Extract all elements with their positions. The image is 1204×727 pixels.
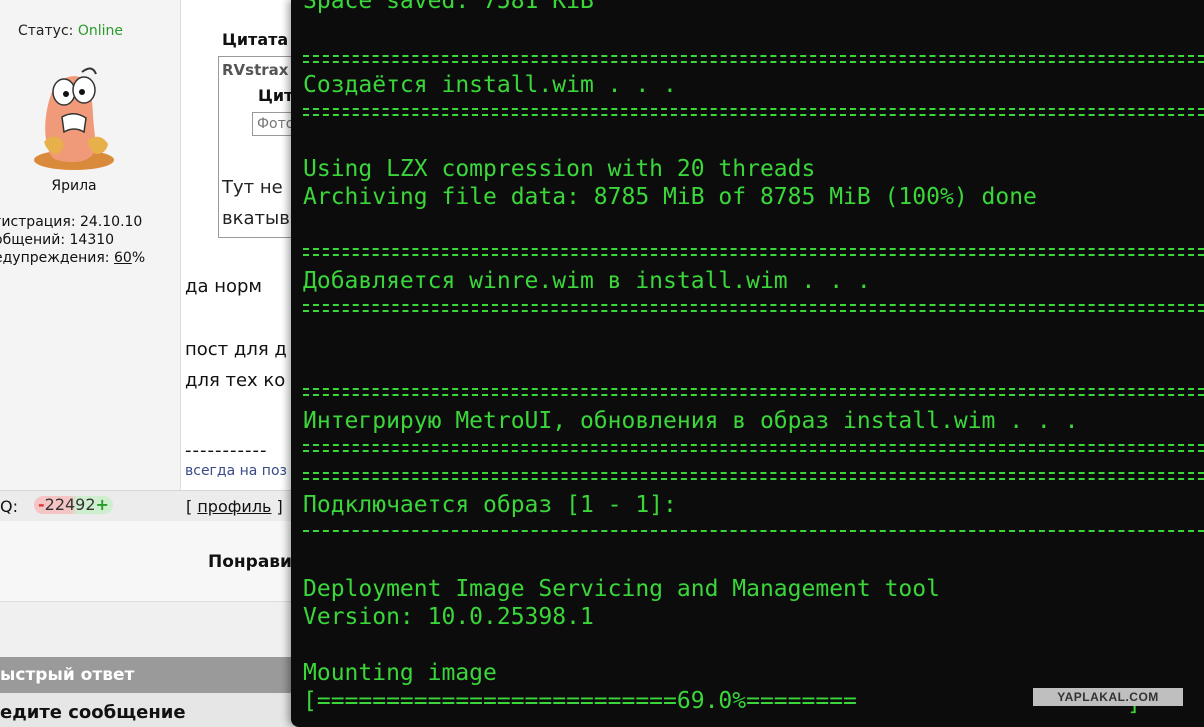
karma-value: 22492 xyxy=(44,495,96,514)
profile-bracket-close: ] xyxy=(271,497,283,516)
terminal-separator xyxy=(303,388,1204,396)
terminal-separator xyxy=(303,304,1204,312)
terminal-window[interactable]: Space saved: 7581 KiB Создаётся install.… xyxy=(291,0,1204,727)
signature-divider: ----------- xyxy=(185,440,268,461)
status-label: Статус: xyxy=(18,23,74,39)
quote-text-line-2: вкатыв xyxy=(222,208,290,229)
quote-author[interactable]: RVstrax xyxy=(222,61,288,79)
terminal-separator xyxy=(303,55,1204,63)
karma-label: Q: xyxy=(0,497,18,516)
warnings-value[interactable]: 60 xyxy=(114,250,132,266)
terminal-separator xyxy=(303,444,1204,452)
karma-badge: -22492+ xyxy=(34,496,113,514)
terminal-separator xyxy=(303,530,1204,532)
terminal-line: Интегрирую MetroUI, обновления в образ i… xyxy=(303,408,1079,434)
signature-text: всегда на поз xyxy=(185,463,287,479)
terminal-line: Deployment Image Servicing and Managemen… xyxy=(303,576,940,602)
user-avatar[interactable] xyxy=(22,62,126,172)
quote-text-line-1: Тут не xyxy=(222,177,283,198)
karma-minus-button[interactable]: - xyxy=(38,495,45,514)
quick-reply-title: ыстрый ответ xyxy=(0,665,135,685)
post-text-line-2: пост для д xyxy=(185,339,287,360)
username[interactable]: Ярила xyxy=(0,178,148,194)
terminal-line: Using LZX compression with 20 threads xyxy=(303,156,816,182)
terminal-line: Добавляется winre.wim в install.wim . . … xyxy=(303,268,871,294)
terminal-separator xyxy=(303,108,1204,116)
terminal-separator xyxy=(303,248,1204,256)
post-text-line-3: для тех ко xyxy=(185,370,286,391)
profile-bracket-open: [ xyxy=(186,497,198,516)
user-status: Статус: Online xyxy=(18,23,123,39)
status-online: Online xyxy=(77,23,123,39)
message-count: общений: 14310 xyxy=(0,232,115,248)
terminal-line: Создаётся install.wim . . . xyxy=(303,72,677,98)
warnings-prefix: едупреждения: xyxy=(0,250,114,266)
terminal-separator xyxy=(303,472,1204,480)
terminal-line: Space saved: 7581 KiB xyxy=(303,0,594,14)
like-prompt: Понрави xyxy=(208,552,292,572)
inner-quote-title: Цит xyxy=(258,86,294,105)
terminal-progress-bar: [==========================69.0%======== xyxy=(303,688,857,714)
karma-plus-button[interactable]: + xyxy=(96,495,109,514)
message-input-label: едите сообщение xyxy=(0,702,186,723)
user-panel: Статус: Online Ярила гистрация: 24.10.10… xyxy=(0,0,181,490)
terminal-line: Version: 10.0.25398.1 xyxy=(303,604,594,630)
warnings-suffix: % xyxy=(131,250,146,266)
terminal-line: Подключается образ [1 - 1]: xyxy=(303,492,677,518)
terminal-line: Archiving file data: 8785 MiB of 8785 Mi… xyxy=(303,184,1037,210)
quote-title: Цитата xyxy=(222,30,289,49)
terminal-line: Mounting image xyxy=(303,660,497,686)
post-text-line-1: да норм xyxy=(185,276,262,297)
profile-link-wrapper: [ профиль ] xyxy=(186,497,283,516)
site-watermark: YAPLAKAL.COM xyxy=(1033,688,1183,706)
profile-link[interactable]: профиль xyxy=(197,497,271,516)
warnings-line: едупреждения: 60% xyxy=(0,250,145,266)
registration-date: гистрация: 24.10.10 xyxy=(0,214,143,230)
